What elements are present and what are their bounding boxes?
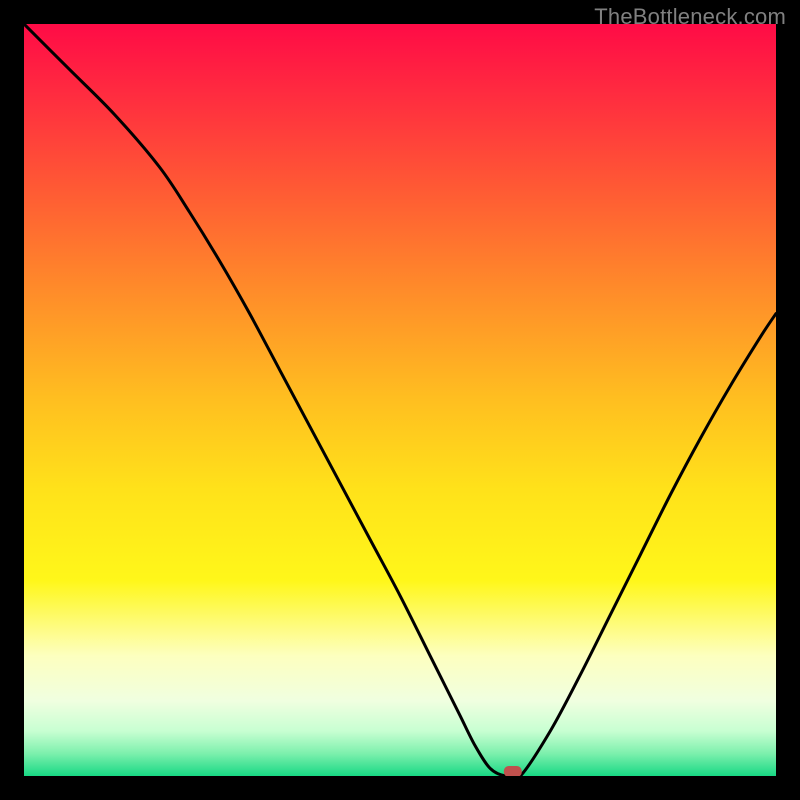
watermark-text: TheBottleneck.com [594,4,786,30]
bottleneck-chart [24,24,776,776]
highlight-marker [504,766,522,776]
plot-area [24,24,776,776]
gradient-background [24,24,776,776]
chart-frame: TheBottleneck.com [0,0,800,800]
